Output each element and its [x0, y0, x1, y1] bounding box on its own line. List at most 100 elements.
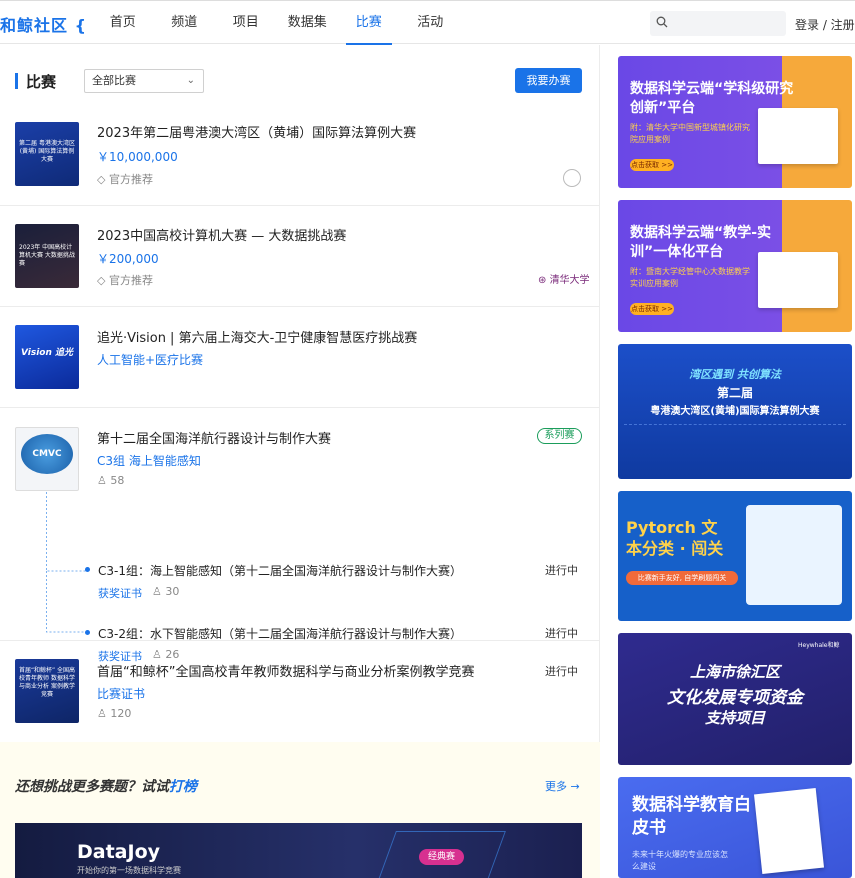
competition-thumbnail: 首届“和鲸杯” 全国高校青年教师 数据科学与商业分析 案例教学竞赛: [15, 659, 79, 723]
site-logo[interactable]: 和鲸社区 {: [0, 12, 87, 36]
title-accent-bar: [15, 73, 18, 89]
leaderboard-link[interactable]: 打榜: [169, 779, 197, 795]
competition-category: 人工智能+医疗比赛: [97, 353, 204, 367]
thumbnail-text: 第二届 粤港澳大湾区(黄埔) 国际算法算例大赛: [19, 140, 75, 163]
status-label: 进行中: [545, 627, 578, 640]
banner-title: 数据科学教育白皮书: [632, 795, 751, 838]
banner-edition: 第二届: [716, 386, 753, 400]
tag-label: 官方推荐: [108, 274, 153, 287]
nav-projects[interactable]: 项目: [215, 1, 277, 45]
competition-thumbnail: 2023年 中国高校计算机大赛 大数据挑战赛: [15, 224, 79, 288]
competition-filter-select[interactable]: 全部比赛 ⌄: [84, 69, 204, 93]
competition-thumbnail: CMVC: [15, 427, 79, 491]
search-input[interactable]: [674, 15, 779, 32]
competition-thumbnail: Vision 追光: [15, 325, 79, 389]
competition-title[interactable]: 首届“和鲸杯”全国高校青年教师数据科学与商业分析案例教学竞赛: [97, 661, 474, 680]
banner-title: 粤港澳大湾区(黄埔)国际算法算例大赛: [650, 406, 820, 417]
whitepaper-cover-image: [753, 787, 825, 875]
decorative-graphic: [374, 831, 506, 878]
banner-education-whitepaper[interactable]: 数据科学教育白皮书 未来十年火爆的专业应该怎么建设: [618, 777, 852, 878]
user-icon: ♙: [97, 474, 107, 487]
more-challenges-prompt: 还想挑战更多赛题？试试打榜: [15, 776, 197, 796]
sub-competition-item[interactable]: C3-1组：海上智能感知（第十二届全国海洋航行器设计与制作大赛） 进行中 获奖证…: [0, 562, 600, 624]
banner-subtitle: 未来十年火爆的专业应该怎么建设: [632, 850, 728, 871]
participant-count: ♙ 120: [97, 707, 131, 720]
banner-brand: Heywhale和鲸: [798, 642, 840, 649]
nav-competitions[interactable]: 比赛: [338, 1, 400, 45]
competition-series-item[interactable]: CMVC 第十二届全国海洋航行器设计与制作大赛 系列赛 C3组 海上智能感知 ♙…: [0, 408, 600, 663]
banner-teaching-platform[interactable]: 数据科学云端“教学-实训”一体化平台 附：暨南大学经管中心大数据教学实训应用案例…: [618, 200, 852, 332]
banner-research-platform[interactable]: 数据科学云端“学科级研究创新”平台 附：清华大学中国新型城镇化研究院应用案例 点…: [618, 56, 852, 188]
banner-slogan: 湾区遇到 共创算法: [689, 368, 781, 381]
count-value: 30: [165, 585, 180, 598]
recommend-tag: ◇ 官方推荐: [97, 272, 153, 288]
certificate-link[interactable]: 比赛证书: [97, 685, 145, 702]
competition-title[interactable]: 2023中国高校计算机大赛 — 大数据挑战赛: [97, 225, 346, 244]
prize-amount: ￥200,000: [97, 252, 159, 266]
thumbnail-text: 2023年 中国高校计算机大赛 大数据挑战赛: [19, 244, 75, 267]
sub-competition-title[interactable]: C3-2组：水下智能感知（第十二届全国海洋航行器设计与制作大赛）: [98, 625, 462, 642]
competition-item[interactable]: 2023年 中国高校计算机大赛 大数据挑战赛 2023中国高校计算机大赛 — 大…: [0, 206, 600, 307]
banner-xuhui-cultural-fund[interactable]: Heywhale和鲸 上海市徐汇区 文化发展专项资金 支持项目: [618, 633, 852, 765]
participant-count: ♙ 30: [152, 585, 179, 598]
banner-subtitle: 附：暨南大学经管中心大数据教学实训应用案例: [630, 267, 750, 288]
competition-group[interactable]: C3组 海上智能感知: [97, 452, 201, 469]
nav-channel[interactable]: 频道: [154, 1, 216, 45]
banner-subtitle: 附：清华大学中国新型城镇化研究院应用案例: [630, 123, 750, 144]
competition-item[interactable]: 首届“和鲸杯” 全国高校青年教师 数据科学与商业分析 案例教学竞赛 首届“和鲸杯…: [0, 641, 600, 742]
section-title: 比赛: [26, 73, 57, 91]
banner-cta-button[interactable]: 点击获取 >>: [630, 159, 674, 171]
section-header: 比赛 全部比赛 ⌄ 我要办赛: [15, 68, 582, 95]
illustration-image: [746, 505, 842, 605]
filter-value: 全部比赛: [92, 74, 136, 87]
search-icon[interactable]: [656, 16, 668, 28]
competition-list-panel: 比赛 全部比赛 ⌄ 我要办赛 第二届 粤港澳大湾区(黄埔) 国际算法算例大赛 2…: [0, 45, 600, 878]
banner-subtitle: 比赛新手友好, 自学刷题闯关: [626, 571, 738, 585]
bullet-dot: [85, 630, 90, 635]
thumbnail-text: 首届“和鲸杯” 全国高校青年教师 数据科学与商业分析 案例教学竞赛: [18, 667, 76, 698]
banner-pytorch-text-classification[interactable]: Pytorch 文本分类 · 闯关 比赛新手友好, 自学刷题闯关: [618, 491, 852, 621]
banner-details: [624, 424, 846, 470]
status-label: 进行中: [545, 564, 578, 577]
nav-events[interactable]: 活动: [400, 1, 462, 45]
nav-datasets[interactable]: 数据集: [277, 1, 339, 45]
nav-home[interactable]: 首页: [92, 1, 154, 45]
tag-label: 官方推荐: [108, 173, 153, 186]
banner-title-3: 支持项目: [704, 709, 765, 727]
prize-amount: ￥10,000,000: [97, 150, 178, 164]
datajoy-title: DataJoy: [77, 841, 161, 863]
more-link[interactable]: 更多 →: [545, 778, 580, 794]
series-badge: 系列赛: [537, 428, 582, 444]
status-label: 进行中: [545, 665, 578, 678]
competition-title[interactable]: 追光·Vision | 第六届上海交大-卫宁健康智慧医疗挑战赛: [97, 327, 417, 346]
organizer-logo-icon: [563, 169, 581, 187]
login-register-link[interactable]: 登录 / 注册: [795, 16, 855, 33]
banner-gba-algorithm-contest[interactable]: 湾区遇到 共创算法 第二届 粤港澳大湾区(黄埔)国际算法算例大赛: [618, 344, 852, 479]
recommend-tag: ◇ 官方推荐: [97, 171, 153, 187]
competition-title[interactable]: 第十二届全国海洋航行器设计与制作大赛: [97, 428, 331, 447]
datajoy-subtitle: 开始你的第一场数据科学竞赛: [77, 866, 181, 875]
tag-icon: ◇: [97, 274, 106, 287]
user-icon: ♙: [152, 585, 162, 598]
banner-cta-button[interactable]: 点击获取 >>: [630, 303, 674, 315]
thumbnail-text: Vision 追光: [20, 348, 74, 358]
tsinghua-logo: ⊛ 清华大学: [538, 275, 590, 286]
sub-competition-title[interactable]: C3-1组：海上智能感知（第十二届全国海洋航行器设计与制作大赛）: [98, 562, 462, 579]
count-value: 120: [110, 707, 132, 720]
search-box: [650, 11, 786, 36]
main-nav: 首页 频道 项目 数据集 比赛 活动: [92, 1, 461, 45]
competition-thumbnail: 第二届 粤港澳大湾区(黄埔) 国际算法算例大赛: [15, 122, 79, 186]
more-challenges-panel: 还想挑战更多赛题？试试打榜 更多 → DataJoy 开始你的第一场数据科学竞赛…: [0, 742, 600, 878]
competition-item[interactable]: 第二届 粤港澳大湾区(黄埔) 国际算法算例大赛 2023年第二届粤港澳大湾区（黄…: [0, 105, 600, 206]
tag-icon: ◇: [97, 173, 106, 186]
competition-title[interactable]: 2023年第二届粤港澳大湾区（黄埔）国际算法算例大赛: [97, 122, 416, 141]
participant-count: ♙ 58: [97, 474, 124, 487]
report-preview-image: [758, 108, 838, 164]
datajoy-banner[interactable]: DataJoy 开始你的第一场数据科学竞赛 经典赛: [15, 823, 582, 878]
certificate-link[interactable]: 获奖证书: [98, 585, 142, 601]
banner-title-2: 文化发展专项资金: [667, 688, 803, 708]
host-competition-button[interactable]: 我要办赛: [515, 68, 582, 93]
competition-item[interactable]: Vision 追光 追光·Vision | 第六届上海交大-卫宁健康智慧医疗挑战…: [0, 307, 600, 408]
report-preview-image: [758, 252, 838, 308]
prompt-text: 还想挑战更多赛题？试试: [15, 779, 169, 795]
